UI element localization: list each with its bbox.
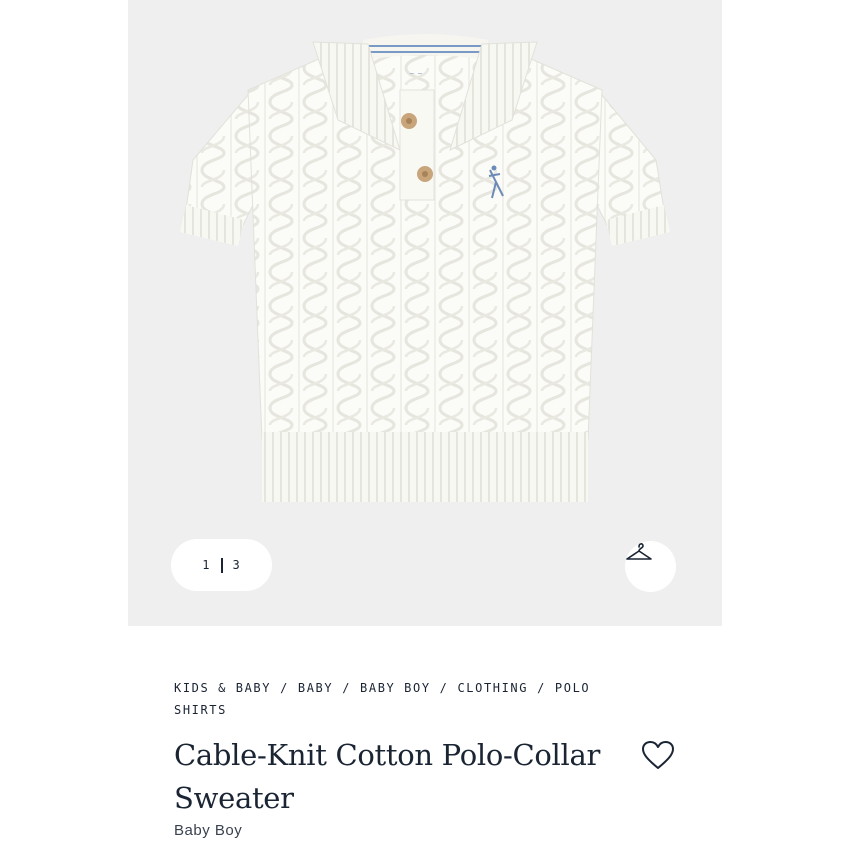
svg-text:~ ~: ~ ~ (409, 70, 423, 78)
breadcrumb-separator: / (439, 681, 449, 695)
pager-total: 3 (232, 558, 241, 572)
product-page: ~ ~ 1 3 KIDS & BABY / BABY / BABY BOY / CLOTHI… (128, 0, 722, 850)
product-image: ~ ~ (180, 34, 670, 502)
product-title: Cable-Knit Cotton Polo-Collar Sweater (174, 738, 601, 815)
breadcrumb-baby[interactable]: BABY (298, 681, 333, 695)
breadcrumb-separator: / (280, 681, 289, 695)
breadcrumb-kids-baby[interactable]: KIDS & BABY (174, 681, 271, 695)
product-image-gallery[interactable]: ~ ~ 1 3 (128, 0, 722, 626)
breadcrumb-separator: / (537, 681, 546, 695)
breadcrumb-baby-boy[interactable]: BABY BOY (360, 681, 431, 695)
pager-divider (220, 557, 223, 573)
hanger-icon (626, 543, 652, 560)
pager-current: 1 (202, 558, 211, 572)
breadcrumb: KIDS & BABY / BABY / BABY BOY / CLOTHING / POLO … (174, 677, 644, 721)
favorite-button[interactable] (640, 738, 676, 772)
product-subtitle: Baby Boy (174, 822, 243, 839)
image-pager[interactable]: 1 3 (171, 539, 272, 591)
hanger-button[interactable] (625, 541, 676, 592)
heart-icon (642, 741, 674, 769)
breadcrumb-clothing[interactable]: CLOTHING (457, 681, 528, 695)
breadcrumb-separator: / (342, 681, 352, 695)
